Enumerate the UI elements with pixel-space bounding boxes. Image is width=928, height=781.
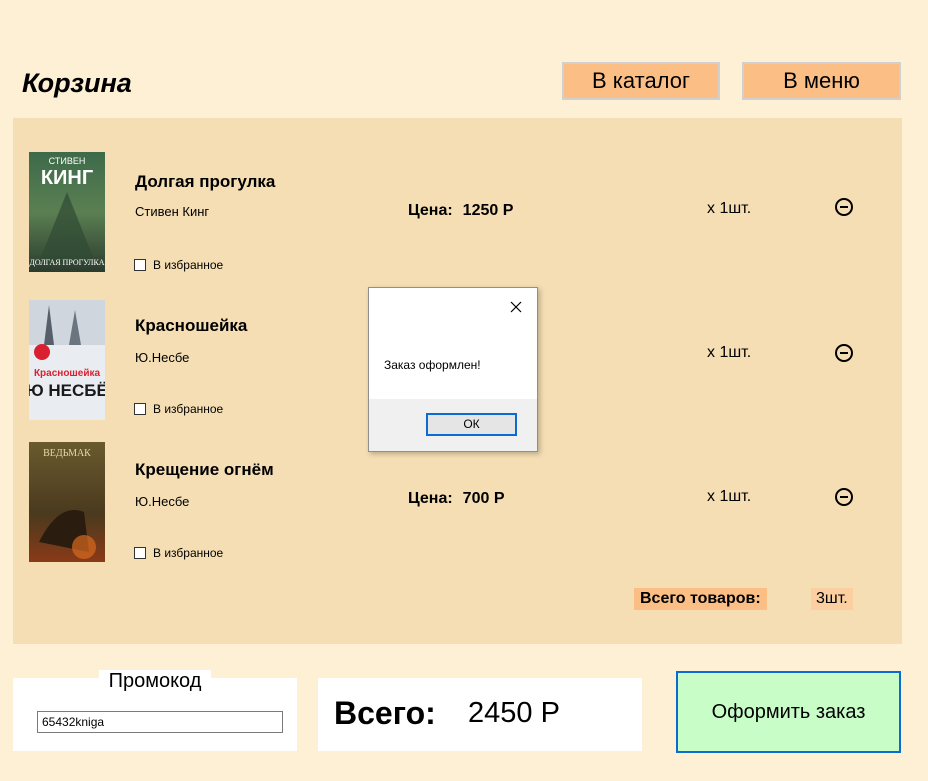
place-order-button[interactable]: Оформить заказ	[676, 671, 901, 753]
promo-input[interactable]: 65432kniga	[37, 711, 283, 733]
quantity-text: x 1шт.	[707, 200, 752, 217]
book-title: Долгая прогулка	[135, 172, 276, 191]
favorite-label: В избранное	[153, 402, 224, 416]
dialog-footer: ОК	[369, 399, 537, 451]
remove-item-icon[interactable]	[835, 198, 853, 216]
cover-title: ВЕДЬМАК	[43, 448, 91, 459]
price-text: Цена: 700 Р	[408, 490, 504, 508]
book-cover-image: ВЕДЬМАК	[29, 442, 105, 562]
cover-author-main: Ю НЕСБЁ	[29, 381, 105, 400]
quantity-text: x 1шт.	[707, 344, 752, 361]
favorite-checkbox[interactable]: В избранное	[134, 258, 223, 272]
quantity-text: x 1шт.	[707, 488, 752, 505]
promo-group: Промокод 65432kniga	[13, 670, 297, 751]
message-dialog: Заказ оформлен! ОК	[368, 287, 538, 452]
price-value: 1250 Р	[462, 202, 514, 219]
favorite-label: В избранное	[153, 258, 224, 272]
book-title: Крещение огнём	[135, 460, 274, 479]
total-sum-panel: Всего: 2450 Р	[318, 678, 642, 751]
book-author: Стивен Кинг	[135, 204, 210, 219]
menu-button[interactable]: В меню	[742, 62, 901, 100]
cover-author-top: СТИВЕН	[49, 156, 86, 166]
checkbox-box[interactable]	[134, 259, 146, 271]
total-items-value: 3шт.	[811, 588, 853, 610]
total-sum-value: 2450 Р	[468, 697, 560, 729]
close-icon[interactable]	[509, 300, 523, 314]
cover-title: Красношейка	[34, 368, 101, 379]
book-author: Ю.Несбе	[135, 350, 190, 365]
promo-label: Промокод	[13, 670, 297, 693]
checkbox-box[interactable]	[134, 403, 146, 415]
book-title: Красношейка	[135, 316, 248, 335]
favorite-checkbox[interactable]: В избранное	[134, 402, 223, 416]
price-text: Цена: 1250 Р	[408, 202, 513, 220]
remove-item-icon[interactable]	[835, 344, 853, 362]
book-cover-image: Красношейка Ю НЕСБЁ	[29, 300, 105, 420]
cover-title: ДОЛГАЯ ПРОГУЛКА	[29, 258, 104, 267]
page-title: Корзина	[22, 68, 132, 98]
favorite-label: В избранное	[153, 546, 224, 560]
price-label: Цена:	[408, 202, 453, 219]
price-label: Цена:	[408, 490, 453, 507]
book-author: Ю.Несбе	[135, 494, 190, 509]
checkbox-box[interactable]	[134, 547, 146, 559]
total-sum-label: Всего:	[334, 695, 436, 731]
remove-item-icon[interactable]	[835, 488, 853, 506]
cover-author-main: КИНГ	[41, 167, 93, 189]
book-cover-image: СТИВЕН КИНГ ДОЛГАЯ ПРОГУЛКА	[29, 152, 105, 272]
dialog-message: Заказ оформлен!	[384, 358, 481, 372]
price-value: 700 Р	[462, 490, 505, 507]
favorite-checkbox[interactable]: В избранное	[134, 546, 223, 560]
total-items-label: Всего товаров:	[634, 588, 767, 610]
catalog-button[interactable]: В каталог	[562, 62, 720, 100]
ok-button[interactable]: ОК	[426, 413, 517, 436]
